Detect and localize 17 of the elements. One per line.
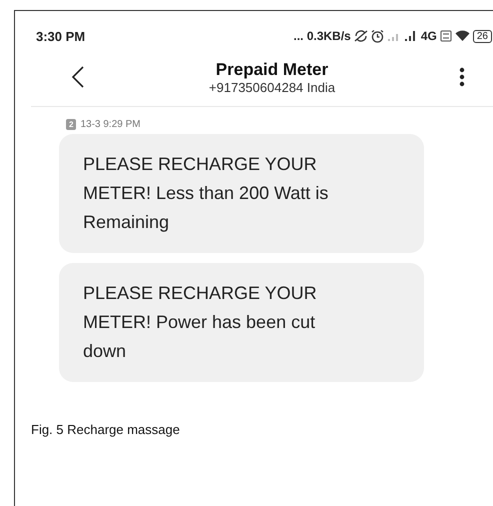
contact-name: Prepaid Meter: [216, 60, 328, 80]
status-time: 3:30 PM: [36, 28, 86, 44]
contact-number: +917350604284 India: [208, 80, 336, 94]
figure-caption: Fig. 5 Recharge massage: [31, 422, 181, 437]
network-speed: ... 0.3KB/s: [294, 29, 351, 43]
sim-badge: 2: [66, 119, 76, 130]
more-icon[interactable]: [459, 67, 465, 87]
alarm-icon: [370, 30, 384, 42]
battery-level: 26: [472, 30, 492, 42]
message-bubble: PLEASE RECHARGE YOUR METER! Less than 200 Watt is Remaining: [59, 134, 424, 253]
signal-icon: [404, 30, 418, 42]
sync-off-icon: [354, 30, 368, 42]
back-icon[interactable]: [71, 66, 85, 88]
message-bubble: PLEASE RECHARGE YOUR METER! Power has been cut down: [59, 263, 424, 382]
message-time: 13-3 9:29 PM: [80, 119, 140, 130]
wifi-icon: [454, 30, 470, 42]
network-type: 4G: [420, 29, 437, 43]
